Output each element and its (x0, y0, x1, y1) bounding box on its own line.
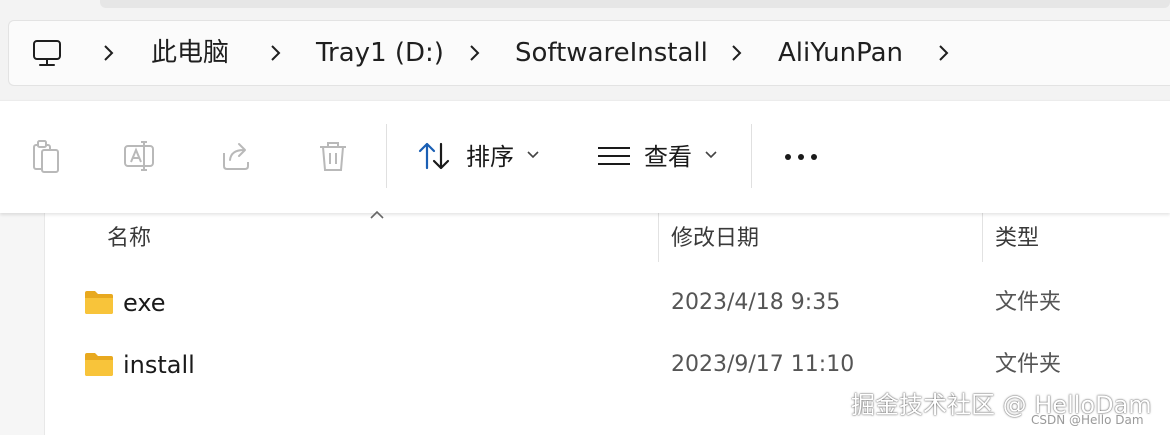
column-divider[interactable] (982, 212, 983, 262)
toolbar-divider (386, 124, 387, 188)
copy-icon[interactable] (28, 138, 64, 174)
breadcrumb-item-this-pc[interactable]: 此电脑 (151, 36, 229, 70)
file-name[interactable]: install (123, 348, 195, 382)
breadcrumb-item-softwareinstall[interactable]: SoftwareInstall (515, 36, 708, 70)
chevron-down-icon[interactable] (527, 150, 539, 160)
title-bar-edge (100, 0, 1170, 8)
watermark-sub: CSDN @Hello Dam (1031, 413, 1144, 427)
column-divider[interactable] (658, 212, 659, 262)
command-bar (0, 100, 1170, 213)
folder-icon (85, 291, 113, 314)
chevron-down-icon[interactable] (705, 150, 717, 160)
sort-icon[interactable] (416, 138, 452, 174)
view-button[interactable]: 查看 (644, 140, 692, 174)
column-header-name[interactable]: 名称 (107, 222, 151, 256)
column-header-date[interactable]: 修改日期 (671, 222, 759, 256)
chevron-right-icon[interactable] (101, 43, 115, 63)
chevron-right-icon[interactable] (936, 43, 950, 63)
rename-icon[interactable] (122, 138, 158, 174)
computer-icon[interactable] (31, 37, 63, 69)
file-date: 2023/4/18 9:35 (671, 290, 841, 315)
share-icon[interactable] (218, 138, 254, 174)
navigation-pane-edge (0, 212, 45, 435)
toolbar-divider (751, 124, 752, 188)
breadcrumb-item-drive[interactable]: Tray1 (D:) (316, 36, 444, 70)
chevron-right-icon[interactable] (268, 43, 282, 63)
view-icon[interactable] (596, 138, 632, 174)
column-header-type[interactable]: 类型 (995, 222, 1039, 256)
chevron-right-icon[interactable] (467, 43, 481, 63)
file-date: 2023/9/17 11:10 (671, 352, 855, 377)
sort-ascending-icon (370, 210, 384, 219)
file-type: 文件夹 (995, 352, 1062, 377)
file-name[interactable]: exe (123, 286, 166, 320)
sort-button[interactable]: 排序 (466, 140, 514, 174)
trash-icon[interactable] (315, 138, 351, 174)
chevron-right-icon[interactable] (729, 43, 743, 63)
breadcrumb-item-aliyunpan[interactable]: AliYunPan (778, 36, 903, 70)
more-horizontal-icon[interactable] (782, 152, 822, 162)
folder-icon (85, 353, 113, 376)
file-type: 文件夹 (995, 290, 1062, 315)
